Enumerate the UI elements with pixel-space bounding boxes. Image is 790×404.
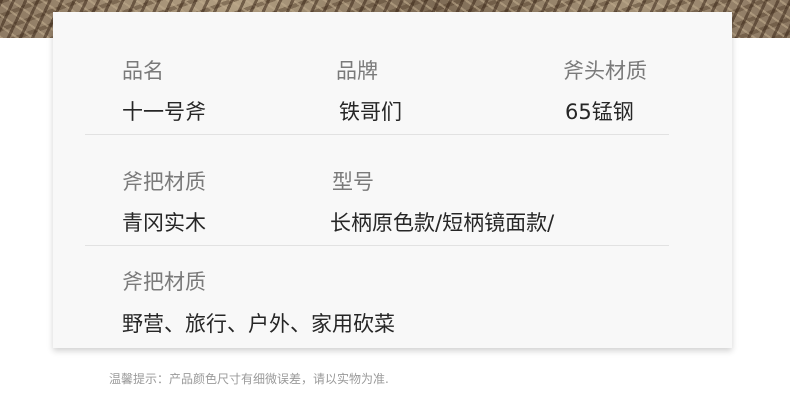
spec-value-usage: 野营、旅行、户外、家用砍菜: [122, 312, 395, 336]
spec-label-usage: 斧把材质: [122, 270, 206, 294]
spec-label-product-name: 品名: [122, 59, 164, 83]
row-divider: [85, 134, 669, 135]
spec-label-handle-material: 斧把材质: [122, 170, 206, 194]
row-divider: [85, 245, 669, 246]
spec-value-product-name: 十一号斧: [122, 100, 206, 124]
spec-label-axe-head-material: 斧头材质: [563, 59, 647, 83]
spec-value-brand: 铁哥们: [339, 100, 402, 124]
footer-disclaimer: 温馨提示：产品颜色尺寸有细微误差，请以实物为准.: [109, 372, 389, 386]
product-spec-card: 品名 十一号斧 品牌 铁哥们 斧头材质 65锰钢 斧把材质 青冈实木 型号 长柄…: [53, 12, 732, 348]
spec-value-handle-material: 青冈实木: [122, 211, 206, 235]
spec-value-model: 长柄原色款/短柄镜面款/: [330, 211, 555, 235]
spec-label-model: 型号: [332, 170, 374, 194]
spec-label-brand: 品牌: [336, 59, 378, 83]
spec-value-axe-head-material: 65锰钢: [565, 100, 634, 124]
